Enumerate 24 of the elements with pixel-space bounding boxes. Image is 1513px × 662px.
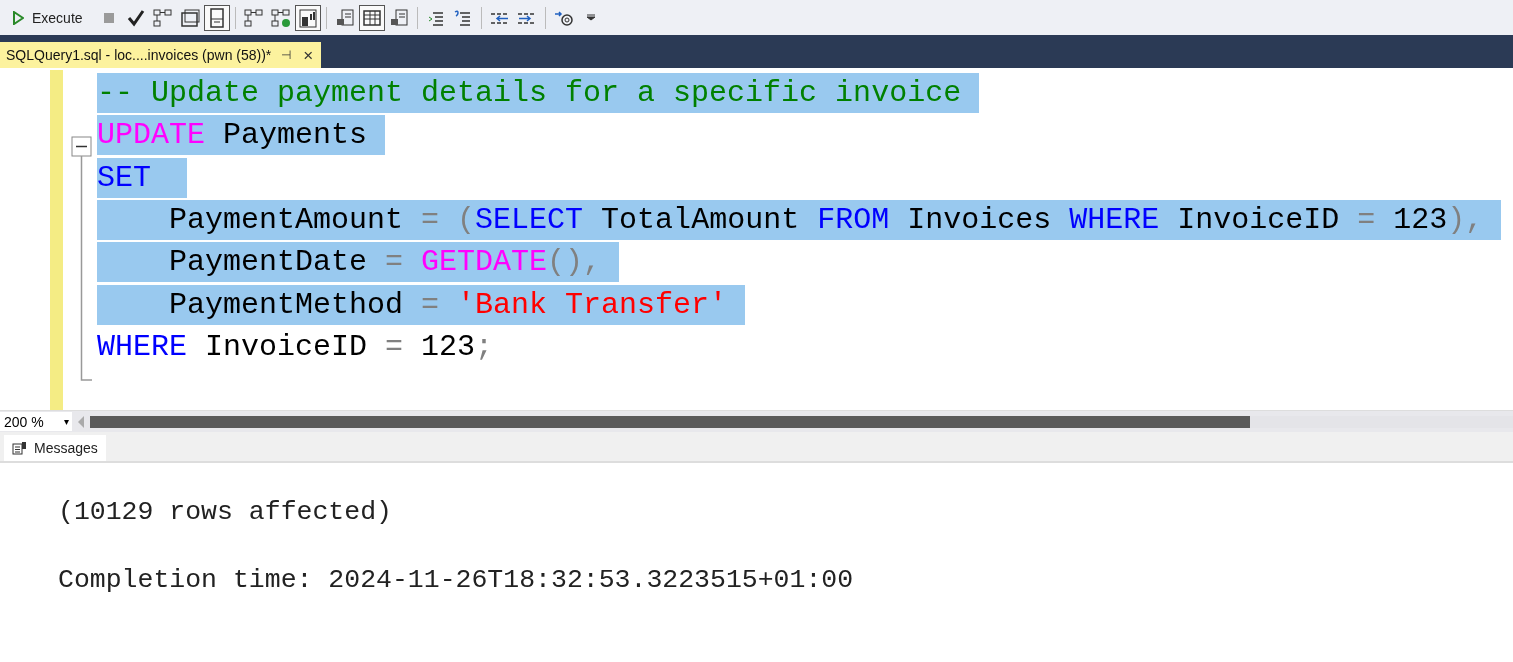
message-text: (10129 rows affected) xyxy=(58,497,393,527)
document-list-icon xyxy=(12,441,28,455)
zoom-dropdown[interactable]: 200 % ▾ xyxy=(0,412,72,431)
code-line: WHERE InvoiceID = 123; xyxy=(97,328,495,366)
message-text: Completion time: 2024-11-26T18:32:53.3223515+01:00 xyxy=(58,565,855,595)
close-button[interactable]: × xyxy=(301,46,316,64)
chart-page-icon xyxy=(296,7,319,28)
toolbar-button[interactable] xyxy=(203,4,230,31)
toolbar-button[interactable] xyxy=(294,4,321,31)
document-tab[interactable]: SQLQuery1.sql - loc....invoices (pwn (58))* ⊣ × xyxy=(0,42,322,68)
play-icon xyxy=(12,10,24,25)
horizontal-scrollbar[interactable] xyxy=(90,415,1513,428)
flowchart-icon xyxy=(151,7,174,28)
tab-title: SQLQuery1.sql - loc....invoices (pwn (58))* xyxy=(6,47,272,63)
execute-button[interactable]: Execute xyxy=(6,7,89,28)
flowchart-check-icon xyxy=(269,7,292,28)
windows-icon xyxy=(178,7,201,28)
toolbar-button[interactable] xyxy=(358,4,385,31)
scrollbar-thumb[interactable] xyxy=(90,415,1250,428)
flowchart-icon xyxy=(242,7,265,28)
pin-button[interactable]: ⊣ xyxy=(279,49,294,61)
grid-icon xyxy=(360,7,383,28)
dropdown-icon xyxy=(585,13,596,22)
messages-tab[interactable]: Messages xyxy=(4,435,106,461)
